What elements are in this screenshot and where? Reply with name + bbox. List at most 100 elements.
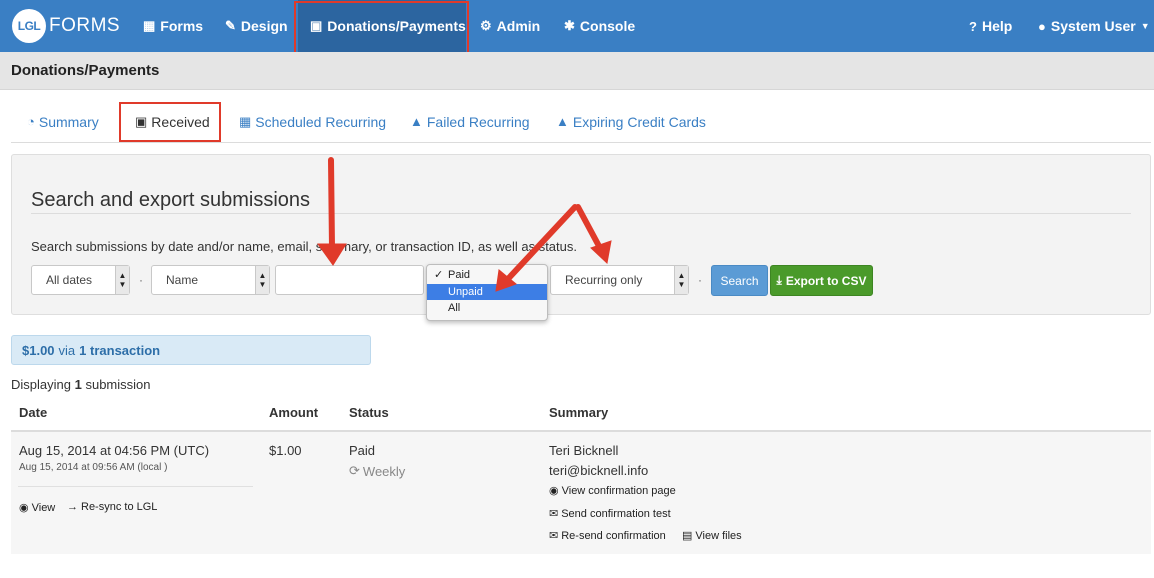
page-title: Donations/Payments (11, 62, 160, 79)
annotation-box-received (119, 102, 221, 142)
column-header-status[interactable]: Status (349, 405, 389, 420)
dates-select-value: All dates (46, 273, 93, 287)
top-navbar: LGL FORMS ▦ Forms ✎ Design ▣ Donations/P… (0, 0, 1154, 52)
view-confirmation-label: View confirmation page (561, 484, 676, 497)
warning-icon: ▲ (556, 114, 569, 129)
arrow-right-icon: → (67, 501, 78, 513)
field-select[interactable]: Name ▲ ▼ (151, 265, 270, 295)
pencil-icon: ✎ (225, 18, 236, 33)
field-select-value: Name (166, 273, 199, 287)
separator-dot: · (139, 273, 143, 287)
resend-confirmation-label: Re-send confirmation (561, 529, 666, 542)
status-option-unpaid[interactable]: Unpaid (427, 284, 547, 300)
nav-admin-label: Admin (496, 18, 541, 34)
nav-help[interactable]: ? Help (969, 0, 1012, 52)
nav-user-label: System User (1050, 18, 1136, 34)
select-caret-icon: ▲ ▼ (115, 266, 129, 294)
status-option-paid[interactable]: ✓ Paid (427, 267, 547, 283)
recurring-select[interactable]: Recurring only ▲ ▼ (550, 265, 689, 295)
select-caret-icon: ▲ ▼ (255, 266, 269, 294)
status-option-all[interactable]: All (427, 300, 547, 316)
search-query-input[interactable] (275, 265, 424, 295)
eye-icon: ◉ (549, 485, 559, 497)
row-amount: $1.00 (269, 443, 302, 458)
calendar-icon: ▦ (239, 113, 252, 129)
view-link[interactable]: ◉ View (19, 501, 56, 515)
row-email: teri@bicknell.info (549, 463, 649, 478)
download-icon: ⤓ (776, 273, 782, 287)
user-icon: ● (1038, 18, 1046, 34)
nav-admin[interactable]: ⚙ Admin (480, 0, 540, 52)
logo-badge: LGL (12, 9, 46, 43)
status-dropdown[interactable]: ✓ Paid Unpaid All (426, 264, 548, 321)
search-button[interactable]: Search (711, 265, 768, 296)
nav-design-label: Design (240, 18, 288, 34)
row-name: Teri Bicknell (549, 443, 619, 458)
logo-text: FORMS (49, 15, 121, 36)
search-description: Search submissions by date and/or name, … (31, 239, 577, 254)
caret-down-icon: ▼ (1140, 21, 1150, 31)
resync-lgl-label: Re-sync to LGL (81, 501, 158, 513)
total-amount: $1.00 (22, 342, 55, 358)
dashboard-icon: ◔ (27, 114, 35, 129)
nav-forms-label: Forms (160, 18, 204, 34)
export-csv-button[interactable]: ⤓ Export to CSV (770, 265, 873, 296)
separator-dot: · (698, 273, 702, 287)
table-icon: ▦ (143, 18, 156, 33)
displaying-number: 1 (74, 377, 82, 392)
totals-summary: $1.00 via 1 transaction (11, 335, 371, 365)
export-csv-label: Export to CSV (785, 273, 867, 288)
annotation-box-donations (294, 1, 469, 56)
nav-user-menu[interactable]: ● System User ▼ (1038, 0, 1150, 52)
divider (31, 213, 1131, 214)
tab-summary[interactable]: ◔ Summary (27, 100, 99, 143)
select-caret-icon: ▲ ▼ (674, 266, 688, 294)
eye-icon: ◉ (19, 502, 29, 514)
row-recurring: ⟳ Weekly (349, 463, 405, 479)
column-header-amount[interactable]: Amount (269, 405, 318, 420)
column-header-date[interactable]: Date (19, 405, 47, 420)
tab-expiring-credit-cards[interactable]: ▲ Expiring Credit Cards (556, 100, 706, 143)
row-date-local: Aug 15, 2014 at 09:56 AM (local ) (19, 462, 168, 473)
view-files-link[interactable]: ▤ View files (682, 529, 742, 543)
page-header: Donations/Payments (0, 52, 1154, 90)
row-divider (18, 486, 253, 487)
resend-confirmation-link[interactable]: ✉ Re-send confirmation (549, 529, 666, 543)
total-count: 1 transaction (79, 342, 161, 358)
resync-lgl-link[interactable]: → Re-sync to LGL (67, 501, 157, 513)
nav-forms[interactable]: ▦ Forms (143, 0, 203, 52)
tab-scheduled-label: Scheduled Recurring (255, 113, 387, 130)
column-header-summary[interactable]: Summary (549, 405, 608, 420)
status-option-all-label: All (448, 302, 461, 314)
status-option-unpaid-label: Unpaid (448, 286, 483, 298)
dates-select[interactable]: All dates ▲ ▼ (31, 265, 130, 295)
tab-scheduled-recurring[interactable]: ▦ Scheduled Recurring (239, 100, 386, 143)
view-files-label: View files (695, 529, 742, 542)
nav-console[interactable]: ✱ Console (564, 0, 635, 52)
search-panel: Search and export submissions Search sub… (11, 154, 1151, 315)
displaying-count: Displaying 1 submission (11, 377, 151, 392)
status-option-paid-label: Paid (448, 269, 471, 281)
row-status: Paid (349, 443, 376, 458)
nav-design[interactable]: ✎ Design (225, 0, 288, 52)
refresh-icon: ⟳ (349, 463, 360, 478)
view-confirmation-link[interactable]: ◉ View confirmation page (549, 484, 676, 498)
tab-failed-recurring[interactable]: ▲ Failed Recurring (410, 100, 530, 143)
search-panel-title: Search and export submissions (31, 189, 311, 211)
view-link-label: View (31, 501, 56, 514)
warning-icon: ▲ (410, 114, 423, 129)
app-logo[interactable]: LGL FORMS (12, 9, 120, 43)
displaying-prefix: Displaying (11, 377, 71, 392)
gear-icon: ⚙ (480, 18, 492, 33)
envelope-icon: ✉ (549, 530, 559, 542)
tab-expiring-label: Expiring Credit Cards (572, 113, 706, 130)
displaying-suffix: submission (85, 377, 151, 392)
file-icon: ▤ (682, 530, 693, 542)
nav-console-label: Console (579, 18, 636, 34)
tab-summary-label: Summary (38, 113, 99, 130)
nav-help-label: Help (981, 18, 1013, 34)
question-icon: ? (969, 18, 977, 34)
total-via: via (58, 342, 76, 358)
recurring-select-value: Recurring only (565, 273, 643, 287)
send-confirmation-test-link[interactable]: ✉ Send confirmation test (549, 507, 671, 521)
